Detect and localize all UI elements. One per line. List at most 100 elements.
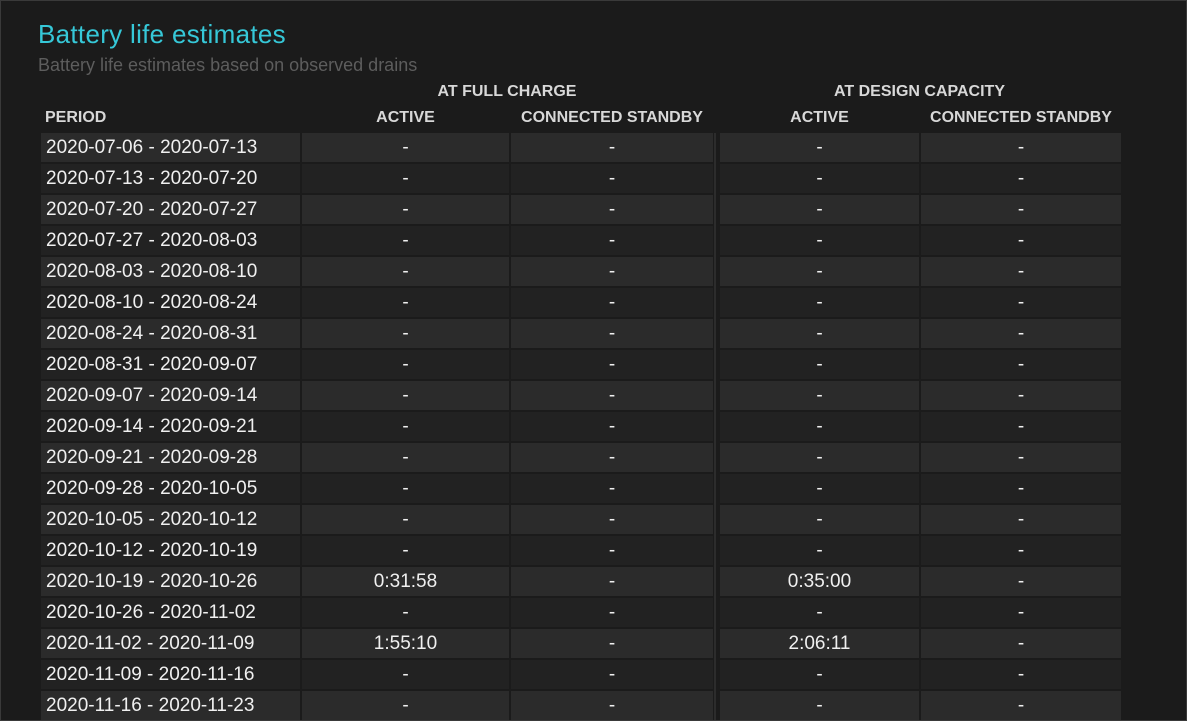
group-header-full-charge: AT FULL CHARGE <box>437 83 577 100</box>
table-row: 2020-08-31 - 2020-09-07- - - - <box>41 350 1121 379</box>
table-row: 2020-11-09 - 2020-11-16- - - - <box>41 660 1121 689</box>
full-charge-standby-cell: - <box>511 412 713 441</box>
full-charge-standby-cell: - <box>511 195 713 224</box>
period-cell: 2020-10-05 - 2020-10-12 <box>41 505 300 534</box>
period-cell: 2020-09-21 - 2020-09-28 <box>41 443 300 472</box>
table-row: 2020-11-16 - 2020-11-23- - - - <box>41 691 1121 720</box>
full-charge-active-cell: - <box>302 350 509 379</box>
full-charge-active-cell: - <box>302 474 509 503</box>
period-cell: 2020-09-14 - 2020-09-21 <box>41 412 300 441</box>
design-capacity-standby-cell: - <box>921 257 1121 286</box>
table-row: 2020-10-12 - 2020-10-19- - - - <box>41 536 1121 565</box>
full-charge-active-cell: - <box>302 226 509 255</box>
period-cell: 2020-11-02 - 2020-11-09 <box>41 629 300 658</box>
design-capacity-active-cell: 0:35:00 <box>720 567 919 596</box>
full-charge-standby-cell: - <box>511 350 713 379</box>
page-title: Battery life estimates <box>38 19 286 49</box>
table-row: 2020-07-06 - 2020-07-13- - - - <box>41 133 1121 162</box>
table-row: 2020-10-26 - 2020-11-02- - - - <box>41 598 1121 627</box>
report-panel: Battery life estimates Battery life esti… <box>0 0 1187 721</box>
full-charge-standby-cell: - <box>511 474 713 503</box>
design-capacity-standby-cell: - <box>921 288 1121 317</box>
table-row: 2020-07-13 - 2020-07-20- - - - <box>41 164 1121 193</box>
design-capacity-active-cell: - <box>720 288 919 317</box>
design-capacity-standby-cell: - <box>921 133 1121 162</box>
period-cell: 2020-11-16 - 2020-11-23 <box>41 691 300 720</box>
period-cell: 2020-07-06 - 2020-07-13 <box>41 133 300 162</box>
design-capacity-active-cell: - <box>720 226 919 255</box>
full-charge-active-cell: - <box>302 598 509 627</box>
period-cell: 2020-09-28 - 2020-10-05 <box>41 474 300 503</box>
column-header-full-active: ACTIVE <box>376 109 435 126</box>
period-cell: 2020-10-26 - 2020-11-02 <box>41 598 300 627</box>
full-charge-active-cell: - <box>302 536 509 565</box>
design-capacity-standby-cell: - <box>921 226 1121 255</box>
design-capacity-standby-cell: - <box>921 319 1121 348</box>
design-capacity-active-cell: - <box>720 505 919 534</box>
page-subtitle: Battery life estimates based on observed… <box>38 55 418 75</box>
full-charge-active-cell: - <box>302 133 509 162</box>
period-cell: 2020-07-13 - 2020-07-20 <box>41 164 300 193</box>
column-header-full-standby: CONNECTED STANDBY <box>521 109 703 126</box>
table-row: 2020-08-24 - 2020-08-31- - - - <box>41 319 1121 348</box>
full-charge-active-cell: - <box>302 381 509 410</box>
full-charge-active-cell: - <box>302 164 509 193</box>
full-charge-standby-cell: - <box>511 536 713 565</box>
design-capacity-standby-cell: - <box>921 598 1121 627</box>
period-cell: 2020-08-03 - 2020-08-10 <box>41 257 300 286</box>
battery-estimates-table: 2020-07-06 - 2020-07-13- - - -2020-07-13 - … <box>41 133 1121 720</box>
design-capacity-standby-cell: - <box>921 629 1121 658</box>
design-capacity-standby-cell: - <box>921 195 1121 224</box>
full-charge-active-cell: - <box>302 691 509 720</box>
period-cell: 2020-10-12 - 2020-10-19 <box>41 536 300 565</box>
design-capacity-active-cell: - <box>720 133 919 162</box>
design-capacity-active-cell: - <box>720 536 919 565</box>
design-capacity-standby-cell: - <box>921 536 1121 565</box>
table-row: 2020-10-05 - 2020-10-12- - - - <box>41 505 1121 534</box>
column-header-design-standby: CONNECTED STANDBY <box>930 109 1112 126</box>
full-charge-standby-cell: - <box>511 319 713 348</box>
design-capacity-active-cell: - <box>720 350 919 379</box>
design-capacity-active-cell: 2:06:11 <box>720 629 919 658</box>
full-charge-active-cell: - <box>302 660 509 689</box>
table-row: 2020-09-21 - 2020-09-28- - - - <box>41 443 1121 472</box>
group-header-design-capacity: AT DESIGN CAPACITY <box>834 83 1005 100</box>
table-row: 2020-09-14 - 2020-09-21- - - - <box>41 412 1121 441</box>
table-row: 2020-08-03 - 2020-08-10- - - - <box>41 257 1121 286</box>
full-charge-standby-cell: - <box>511 505 713 534</box>
design-capacity-active-cell: - <box>720 195 919 224</box>
design-capacity-standby-cell: - <box>921 412 1121 441</box>
period-cell: 2020-08-10 - 2020-08-24 <box>41 288 300 317</box>
period-cell: 2020-07-27 - 2020-08-03 <box>41 226 300 255</box>
design-capacity-standby-cell: - <box>921 164 1121 193</box>
full-charge-standby-cell: - <box>511 288 713 317</box>
period-cell: 2020-09-07 - 2020-09-14 <box>41 381 300 410</box>
table-row: 2020-07-20 - 2020-07-27- - - - <box>41 195 1121 224</box>
design-capacity-active-cell: - <box>720 257 919 286</box>
column-header-period: PERIOD <box>45 109 107 126</box>
table-row: 2020-08-10 - 2020-08-24- - - - <box>41 288 1121 317</box>
full-charge-active-cell: - <box>302 412 509 441</box>
full-charge-standby-cell: - <box>511 567 713 596</box>
design-capacity-standby-cell: - <box>921 474 1121 503</box>
table-row: 2020-10-19 - 2020-10-26 0:31:58-0:35:00- <box>41 567 1121 596</box>
design-capacity-active-cell: - <box>720 691 919 720</box>
period-cell: 2020-08-31 - 2020-09-07 <box>41 350 300 379</box>
design-capacity-active-cell: - <box>720 443 919 472</box>
full-charge-standby-cell: - <box>511 660 713 689</box>
full-charge-active-cell: 1:55:10 <box>302 629 509 658</box>
design-capacity-standby-cell: - <box>921 691 1121 720</box>
period-cell: 2020-10-19 - 2020-10-26 <box>41 567 300 596</box>
full-charge-active-cell: 0:31:58 <box>302 567 509 596</box>
design-capacity-active-cell: - <box>720 412 919 441</box>
full-charge-active-cell: - <box>302 505 509 534</box>
period-cell: 2020-11-09 - 2020-11-16 <box>41 660 300 689</box>
full-charge-active-cell: - <box>302 257 509 286</box>
design-capacity-standby-cell: - <box>921 350 1121 379</box>
full-charge-standby-cell: - <box>511 133 713 162</box>
table-row: 2020-09-28 - 2020-10-05- - - - <box>41 474 1121 503</box>
full-charge-active-cell: - <box>302 195 509 224</box>
full-charge-active-cell: - <box>302 288 509 317</box>
design-capacity-active-cell: - <box>720 319 919 348</box>
table-row: 2020-07-27 - 2020-08-03- - - - <box>41 226 1121 255</box>
